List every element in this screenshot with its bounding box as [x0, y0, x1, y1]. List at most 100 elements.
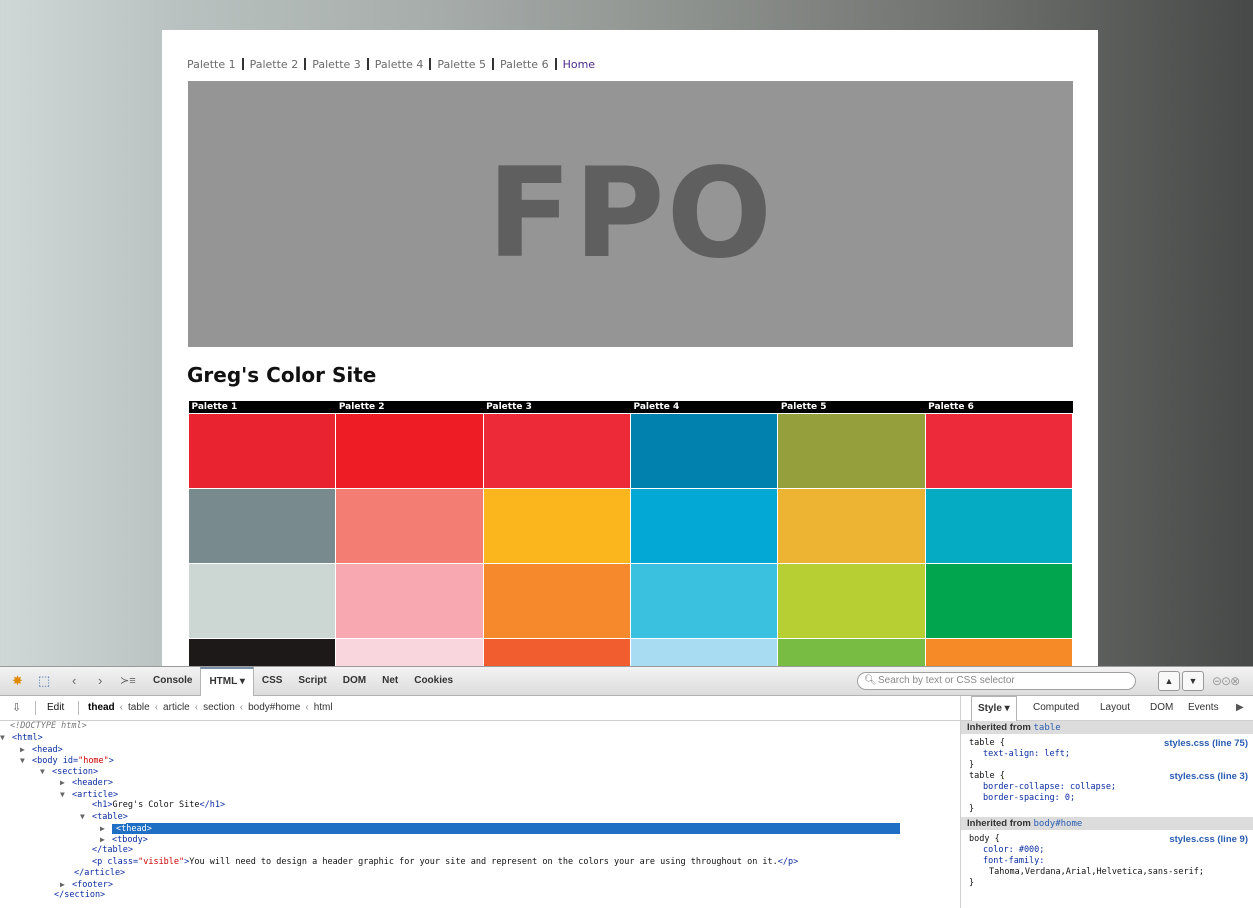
- tree-row[interactable]: ▼ <article>: [0, 789, 958, 800]
- breadcrumb-section[interactable]: section: [203, 702, 235, 713]
- tree-h1-text[interactable]: Greg's Color Site: [112, 800, 199, 810]
- css-property[interactable]: font-family:: [969, 856, 1253, 867]
- inherited-selector[interactable]: body#home: [1034, 819, 1083, 829]
- breadcrumb-body[interactable]: body#home: [248, 702, 300, 713]
- tab-dom[interactable]: DOM: [1150, 696, 1173, 720]
- nav-palette-5[interactable]: Palette 5: [437, 58, 486, 71]
- tree-p-tag[interactable]: <p: [92, 857, 102, 867]
- tree-row[interactable]: </section>: [0, 890, 958, 901]
- property-text[interactable]: border-collapse: collapse;: [983, 782, 1116, 792]
- expanded-triangle-icon[interactable]: ▼: [80, 811, 92, 822]
- property-text[interactable]: text-align: left;: [983, 749, 1070, 759]
- css-property[interactable]: text-align: left;: [969, 749, 1253, 760]
- tree-row[interactable]: ▶ <header>: [0, 777, 958, 788]
- rule-source-link[interactable]: styles.css (line 3): [1169, 771, 1248, 782]
- tree-table-tag[interactable]: <table>: [92, 812, 128, 822]
- tree-section-tag[interactable]: <section>: [52, 767, 98, 777]
- tree-row[interactable]: ▶ <footer>: [0, 879, 958, 890]
- tree-body-tag[interactable]: <body: [32, 756, 58, 766]
- tree-tbody-tag[interactable]: <tbody>: [112, 835, 148, 845]
- more-tabs-icon[interactable]: ▶: [1236, 696, 1244, 720]
- search-next-icon[interactable]: ▼: [1182, 671, 1204, 691]
- back-arrow-icon[interactable]: ‹: [72, 673, 76, 689]
- command-line-icon[interactable]: ≻≡: [120, 673, 136, 689]
- tree-row[interactable]: ▼ <table>: [0, 811, 958, 822]
- property-text[interactable]: font-family:: [983, 856, 1044, 866]
- tree-row[interactable]: <h1>Greg's Color Site</h1>: [0, 800, 958, 811]
- inherited-from-table: Inherited from table: [961, 721, 1253, 734]
- tree-row[interactable]: <p class="visible">You will need to desi…: [0, 857, 958, 868]
- tab-net[interactable]: Net: [374, 667, 406, 695]
- nav-palette-6[interactable]: Palette 6: [500, 58, 549, 71]
- breadcrumb-html[interactable]: html: [314, 702, 333, 713]
- tab-layout[interactable]: Layout: [1100, 696, 1130, 720]
- css-property[interactable]: border-spacing: 0;: [969, 793, 1253, 804]
- collapsed-triangle-icon[interactable]: ▶: [60, 777, 72, 788]
- css-property[interactable]: border-collapse: collapse;: [969, 782, 1253, 793]
- tree-row[interactable]: ▶ <head>: [0, 744, 958, 755]
- tree-header-tag[interactable]: <header>: [72, 778, 113, 788]
- tree-attr-value[interactable]: "home": [78, 756, 109, 766]
- property-text[interactable]: border-spacing: 0;: [983, 793, 1075, 803]
- tab-cookies[interactable]: Cookies: [406, 667, 461, 695]
- property-text[interactable]: Tahoma,Verdana,Arial,Helvetica,sans-seri…: [989, 867, 1204, 877]
- breadcrumb-thead[interactable]: thead: [88, 702, 115, 713]
- tree-row[interactable]: </table>: [0, 845, 958, 856]
- rule-source-link[interactable]: styles.css (line 9): [1169, 834, 1248, 845]
- collapsed-triangle-icon[interactable]: ▶: [100, 823, 112, 834]
- css-property[interactable]: color: #000;: [969, 845, 1253, 856]
- color-swatch: [335, 413, 484, 489]
- inherited-selector[interactable]: table: [1034, 723, 1061, 733]
- tree-row[interactable]: ▶ <tbody>: [0, 834, 958, 845]
- tree-row[interactable]: </article>: [0, 868, 958, 879]
- breadcrumb-table[interactable]: table: [128, 702, 150, 713]
- edit-button[interactable]: Edit: [47, 696, 64, 720]
- tree-footer-tag[interactable]: <footer>: [72, 880, 113, 890]
- tree-article-close: </article>: [74, 867, 126, 878]
- tab-dom[interactable]: DOM: [335, 667, 374, 695]
- collapsed-triangle-icon[interactable]: ▶: [60, 879, 72, 890]
- breadcrumb-article[interactable]: article: [163, 702, 190, 713]
- tab-script[interactable]: Script: [290, 667, 334, 695]
- tree-row-selected[interactable]: ▶ <thead>: [0, 822, 958, 834]
- forward-arrow-icon[interactable]: ›: [98, 673, 102, 689]
- expanded-triangle-icon[interactable]: ▼: [20, 755, 32, 766]
- tab-style[interactable]: Style ▾: [971, 696, 1017, 721]
- tree-row[interactable]: ▼ <html>: [0, 732, 958, 743]
- rule-source-link[interactable]: styles.css (line 75): [1164, 738, 1248, 749]
- tree-row[interactable]: ▼ <body id="home">: [0, 755, 958, 766]
- expanded-triangle-icon[interactable]: ▼: [40, 766, 52, 777]
- tree-html-tag[interactable]: <html>: [12, 733, 43, 743]
- css-property[interactable]: Tahoma,Verdana,Arial,Helvetica,sans-seri…: [969, 867, 1253, 878]
- inspect-element-icon[interactable]: ⇩: [12, 696, 21, 720]
- expanded-triangle-icon[interactable]: ▼: [60, 789, 72, 800]
- nav-palette-2[interactable]: Palette 2: [250, 58, 299, 71]
- tab-html[interactable]: HTML ▾: [200, 667, 254, 696]
- expanded-triangle-icon[interactable]: ▼: [0, 732, 12, 743]
- tree-row[interactable]: ▼ <section>: [0, 766, 958, 777]
- search-prev-icon[interactable]: ▲: [1158, 671, 1180, 691]
- tree-article-tag[interactable]: <article>: [72, 790, 118, 800]
- tab-computed[interactable]: Computed: [1033, 696, 1079, 720]
- tree-h1-tag[interactable]: <h1>: [92, 800, 112, 810]
- nav-palette-1[interactable]: Palette 1: [187, 58, 236, 71]
- property-text[interactable]: color: #000;: [983, 845, 1044, 855]
- palette-row: [187, 413, 1074, 489]
- color-swatch: [924, 638, 1074, 666]
- window-controls-icon[interactable]: ⊝⊙⊗: [1212, 674, 1240, 688]
- tab-events[interactable]: Events: [1188, 696, 1219, 720]
- nav-palette-3[interactable]: Palette 3: [312, 58, 361, 71]
- collapsed-triangle-icon[interactable]: ▶: [20, 744, 32, 755]
- search-input[interactable]: 🔍︎ Search by text or CSS selector: [857, 672, 1136, 690]
- nav-palette-4[interactable]: Palette 4: [375, 58, 424, 71]
- tab-console[interactable]: Console: [145, 667, 200, 695]
- bug-icon[interactable]: ✸: [12, 673, 23, 689]
- tree-p-text[interactable]: You will need to design a header graphic…: [189, 857, 778, 867]
- tree-head-tag[interactable]: <head>: [32, 745, 63, 755]
- collapsed-triangle-icon[interactable]: ▶: [100, 834, 112, 845]
- tree-thead-tag[interactable]: <thead>: [112, 823, 156, 834]
- tab-css[interactable]: CSS: [254, 667, 291, 695]
- inspect-icon[interactable]: ⬚: [38, 673, 50, 689]
- nav-home[interactable]: Home: [563, 58, 595, 71]
- tree-attr-value[interactable]: "visible": [138, 857, 184, 867]
